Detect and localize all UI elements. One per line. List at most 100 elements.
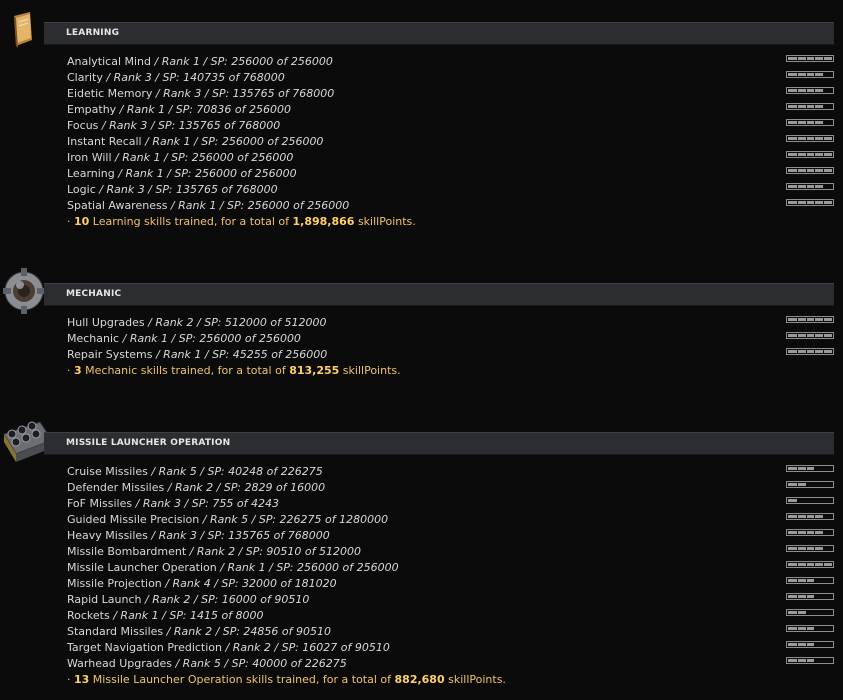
- skill-row[interactable]: Missile Bombardment / Rank 2 / SP: 90510…: [67, 544, 361, 560]
- skill-rank-sp: Rank 1 / SP: 256000 of 256000: [161, 55, 333, 68]
- skill-level-divider: [823, 626, 824, 631]
- skill-level-divider: [814, 626, 815, 631]
- skill-level-divider: [814, 546, 815, 551]
- skill-row[interactable]: Focus / Rank 3 / SP: 135765 of 768000: [67, 118, 280, 134]
- skill-name: Eidetic Memory: [67, 87, 153, 100]
- skill-row[interactable]: Defender Missiles / Rank 2 / SP: 2829 of…: [67, 480, 325, 496]
- skill-level-fill: [788, 499, 797, 502]
- skill-level-divider: [797, 610, 798, 615]
- skill-level-divider: [814, 168, 815, 173]
- skill-name: Missile Projection: [67, 577, 162, 590]
- skill-row[interactable]: Guided Missile Precision / Rank 5 / SP: …: [67, 512, 388, 528]
- skill-level-divider: [823, 594, 824, 599]
- skill-name: Standard Missiles: [67, 625, 164, 638]
- skill-rank-sp: Rank 3 / SP: 135765 of 768000: [163, 87, 335, 100]
- skill-row[interactable]: Empathy / Rank 1 / SP: 70836 of 256000: [67, 102, 291, 118]
- skill-name: Repair Systems: [67, 348, 153, 361]
- skill-row[interactable]: Target Navigation Prediction / Rank 2 / …: [67, 640, 390, 656]
- skill-level-divider: [797, 104, 798, 109]
- skill-rank-sp: Rank 5 / SP: 40000 of 226275: [182, 657, 347, 670]
- skill-row[interactable]: Hull Upgrades / Rank 2 / SP: 512000 of 5…: [67, 315, 326, 331]
- skill-level-fill: [788, 201, 832, 204]
- skill-row[interactable]: Missile Projection / Rank 4 / SP: 32000 …: [67, 576, 337, 592]
- skill-level-divider: [823, 658, 824, 663]
- skill-separator: /: [151, 55, 162, 68]
- skill-level-divider: [823, 482, 824, 487]
- skill-level-divider: [797, 562, 798, 567]
- skill-level-divider: [797, 578, 798, 583]
- summary-total: 1,898,866: [292, 215, 355, 228]
- skill-level-divider: [823, 317, 824, 322]
- skill-name: Missile Bombardment: [67, 545, 187, 558]
- skill-row[interactable]: Heavy Missiles / Rank 3 / SP: 135765 of …: [67, 528, 330, 544]
- skill-level-divider: [797, 317, 798, 322]
- skill-rank-sp: Rank 5 / SP: 40248 of 226275: [158, 465, 323, 478]
- skill-row[interactable]: Standard Missiles / Rank 2 / SP: 24856 o…: [67, 624, 331, 640]
- skill-level-divider: [814, 317, 815, 322]
- skill-level-bar: [786, 625, 834, 632]
- skill-level-bar: [786, 513, 834, 520]
- skill-level-divider: [806, 317, 807, 322]
- skill-level-bar: [786, 332, 834, 339]
- skill-row[interactable]: Rapid Launch / Rank 2 / SP: 16000 of 905…: [67, 592, 309, 608]
- skill-rank-sp: Rank 3 / SP: 135765 of 768000: [109, 119, 281, 132]
- skill-name: Spatial Awareness: [67, 199, 168, 212]
- skill-level-divider: [814, 88, 815, 93]
- skill-row[interactable]: Mechanic / Rank 1 / SP: 256000 of 256000: [67, 331, 301, 347]
- skill-row[interactable]: FoF Missiles / Rank 3 / SP: 755 of 4243: [67, 496, 279, 512]
- skill-row[interactable]: Instant Recall / Rank 1 / SP: 256000 of …: [67, 134, 323, 150]
- skill-row[interactable]: Learning / Rank 1 / SP: 256000 of 256000: [67, 166, 297, 182]
- skill-level-divider: [823, 514, 824, 519]
- skill-level-divider: [823, 56, 824, 61]
- skill-row[interactable]: Warhead Upgrades / Rank 5 / SP: 40000 of…: [67, 656, 347, 672]
- skill-level-bar: [786, 657, 834, 664]
- summary-count: 10: [74, 215, 90, 228]
- skill-row[interactable]: Missile Launcher Operation / Rank 1 / SP…: [67, 560, 399, 576]
- skill-rank-sp: Rank 1 / SP: 256000 of 256000: [129, 332, 301, 345]
- skill-level-divider: [797, 642, 798, 647]
- skill-row[interactable]: Repair Systems / Rank 1 / SP: 45255 of 2…: [67, 347, 327, 363]
- summary-suffix: skillPoints.: [444, 673, 506, 686]
- skill-level-bar: [786, 55, 834, 62]
- skill-row[interactable]: Iron Will / Rank 1 / SP: 256000 of 25600…: [67, 150, 293, 166]
- skill-level-fill: [788, 137, 832, 140]
- summary-count: 3: [74, 364, 82, 377]
- summary-total: 882,680: [394, 673, 445, 686]
- skill-level-divider: [806, 104, 807, 109]
- skill-level-divider: [806, 56, 807, 61]
- skill-rank-sp: Rank 1 / SP: 256000 of 256000: [152, 135, 324, 148]
- skill-row[interactable]: Eidetic Memory / Rank 3 / SP: 135765 of …: [67, 86, 334, 102]
- skill-level-divider: [797, 88, 798, 93]
- summary-suffix: skillPoints.: [354, 215, 416, 228]
- book-icon: [6, 10, 40, 54]
- skill-level-divider: [797, 56, 798, 61]
- skill-row[interactable]: Clarity / Rank 3 / SP: 140735 of 768000: [67, 70, 285, 86]
- skill-name: Focus: [67, 119, 99, 132]
- skill-level-fill: [788, 643, 814, 646]
- skill-separator: /: [95, 183, 107, 196]
- skill-separator: /: [152, 348, 164, 361]
- skill-level-divider: [806, 498, 807, 503]
- skill-level-divider: [823, 610, 824, 615]
- skill-level-divider: [823, 546, 824, 551]
- summary-text: Mechanic skills trained, for a total of: [81, 364, 290, 377]
- summary-text: Missile Launcher Operation skills traine…: [89, 673, 395, 686]
- skill-level-divider: [806, 136, 807, 141]
- skill-level-divider: [806, 578, 807, 583]
- skill-level-bar: [786, 561, 834, 568]
- skill-level-bar: [786, 593, 834, 600]
- skill-rank-sp: Rank 3 / SP: 135765 of 768000: [106, 183, 278, 196]
- skill-level-divider: [797, 546, 798, 551]
- skill-separator: /: [114, 167, 126, 180]
- skill-name: Learning: [67, 167, 115, 180]
- skill-row[interactable]: Analytical Mind / Rank 1 / SP: 256000 of…: [67, 54, 333, 70]
- skill-separator: /: [167, 199, 179, 212]
- skill-level-bar: [786, 529, 834, 536]
- skill-row[interactable]: Cruise Missiles / Rank 5 / SP: 40248 of …: [67, 464, 323, 480]
- skill-level-bar: [786, 609, 834, 616]
- skill-level-divider: [797, 349, 798, 354]
- skill-row[interactable]: Rockets / Rank 1 / SP: 1415 of 8000: [67, 608, 264, 624]
- skill-separator: /: [116, 103, 127, 116]
- skill-row[interactable]: Logic / Rank 3 / SP: 135765 of 768000: [67, 182, 278, 198]
- skill-row[interactable]: Spatial Awareness / Rank 1 / SP: 256000 …: [67, 198, 349, 214]
